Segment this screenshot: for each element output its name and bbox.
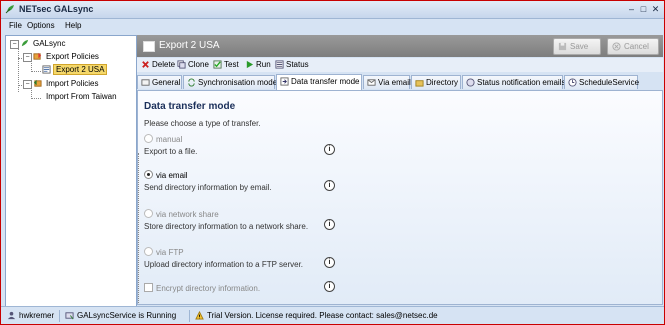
collapse-import-icon[interactable]: − xyxy=(23,80,32,89)
tab-directory[interactable]: Directory xyxy=(411,75,461,89)
cancel-icon xyxy=(612,42,621,51)
import-policies-icon xyxy=(33,79,42,87)
tree-item-export-2-usa[interactable]: Export 2 USA xyxy=(42,64,108,75)
maximize-button[interactable]: □ xyxy=(638,4,649,14)
app-window: NETsec GALsync – □ ✕ File Options Help −… xyxy=(0,0,665,325)
status-user: hwkremer xyxy=(7,311,54,320)
galsync-logo-icon xyxy=(5,5,14,14)
panel-description: Please choose a type of transfer. xyxy=(144,119,261,128)
email-icon xyxy=(367,79,376,86)
tab-via-email[interactable]: Via email xyxy=(363,75,411,89)
network-share-radio[interactable] xyxy=(144,209,153,218)
window-title: NETsec GALsync xyxy=(19,4,94,14)
user-icon xyxy=(7,311,16,320)
panel-title: Data transfer mode xyxy=(144,101,236,112)
option-via-network-share[interactable]: via network share Store directory inform… xyxy=(144,209,308,231)
run-icon xyxy=(246,60,254,69)
general-icon xyxy=(141,79,150,86)
status-bar: hwkremer GALsyncService is Running Trial… xyxy=(1,306,664,324)
network-share-info-icon[interactable]: i xyxy=(324,219,335,230)
data-transfer-panel: Data transfer mode Please choose a type … xyxy=(137,90,663,305)
leaf-icon xyxy=(21,39,29,47)
clone-icon xyxy=(177,60,186,69)
policy-toolbar: Delete Clone Test Run Status xyxy=(137,58,663,72)
menu-options[interactable]: Options xyxy=(27,21,55,30)
manual-radio[interactable] xyxy=(144,134,153,143)
save-button[interactable]: Save xyxy=(553,38,601,55)
transfer-icon xyxy=(280,77,289,86)
tab-status-notification-emails[interactable]: Status notification emails xyxy=(462,75,566,89)
tab-scheduleservice[interactable]: ScheduleService xyxy=(564,75,639,89)
tab-strip: General Synchronisation mode Data transf… xyxy=(137,73,663,90)
clock-icon xyxy=(568,78,577,87)
collapse-root-icon[interactable]: − xyxy=(10,40,19,49)
status-button[interactable]: Status xyxy=(275,60,309,69)
status-icon xyxy=(275,60,284,69)
tree-item-import-from-taiwan[interactable]: Import From Taiwan xyxy=(44,92,119,101)
minimize-button[interactable]: – xyxy=(626,4,637,14)
tab-general[interactable]: General xyxy=(137,75,182,89)
test-icon xyxy=(213,60,222,69)
policy-document-icon xyxy=(42,65,51,74)
service-running-icon xyxy=(65,312,74,320)
tab-data-transfer-mode[interactable]: Data transfer mode xyxy=(276,74,362,90)
export-policies-icon xyxy=(33,52,42,60)
policy-icon xyxy=(143,41,155,52)
menu-bar: File Options Help xyxy=(1,19,664,33)
option-encrypt[interactable]: Encrypt directory information. xyxy=(144,283,260,293)
delete-icon xyxy=(142,61,149,68)
tree-item-import-policies[interactable]: Import Policies xyxy=(33,79,100,88)
title-bar: NETsec GALsync – □ ✕ xyxy=(1,1,664,19)
policy-tree: − GALsync − Export Policies Export 2 USA… xyxy=(5,35,137,307)
via-email-radio[interactable] xyxy=(144,170,153,179)
tree-item-galsync[interactable]: GALsync xyxy=(20,39,67,48)
ftp-radio[interactable] xyxy=(144,247,153,256)
clone-button[interactable]: Clone xyxy=(177,60,209,69)
status-license: Trial Version. License required. Please … xyxy=(195,311,438,320)
delete-button[interactable]: Delete xyxy=(141,60,175,69)
option-via-email[interactable]: via email Send directory information by … xyxy=(144,170,272,192)
main-area: Export 2 USA Save Cancel Delete Clone Te… xyxy=(137,35,663,305)
encrypt-checkbox[interactable] xyxy=(144,283,153,292)
menu-help[interactable]: Help xyxy=(65,21,81,30)
manual-info-icon[interactable]: i xyxy=(324,144,335,155)
option-manual[interactable]: manual Export to a file. xyxy=(144,134,197,156)
test-button[interactable]: Test xyxy=(213,60,239,69)
via-email-info-icon[interactable]: i xyxy=(324,180,335,191)
directory-icon xyxy=(415,80,424,87)
run-button[interactable]: Run xyxy=(245,60,271,69)
warning-icon xyxy=(195,311,204,320)
floppy-disk-icon xyxy=(558,42,567,51)
tab-synchronisation-mode[interactable]: Synchronisation mode xyxy=(183,75,277,89)
policy-title: Export 2 USA xyxy=(159,40,220,51)
cancel-button[interactable]: Cancel xyxy=(607,38,659,55)
notification-icon xyxy=(466,78,475,87)
option-via-ftp[interactable]: via FTP Upload directory information to … xyxy=(144,247,303,269)
ftp-info-icon[interactable]: i xyxy=(324,257,335,268)
policy-header: Export 2 USA Save Cancel xyxy=(137,35,663,57)
menu-file[interactable]: File xyxy=(9,21,22,30)
tree-item-export-policies[interactable]: Export Policies xyxy=(33,52,101,61)
status-service: GALsyncService is Running xyxy=(65,311,176,320)
collapse-export-icon[interactable]: − xyxy=(23,53,32,62)
close-button[interactable]: ✕ xyxy=(650,4,661,14)
encrypt-info-icon[interactable]: i xyxy=(324,281,335,292)
sync-icon xyxy=(188,78,195,87)
